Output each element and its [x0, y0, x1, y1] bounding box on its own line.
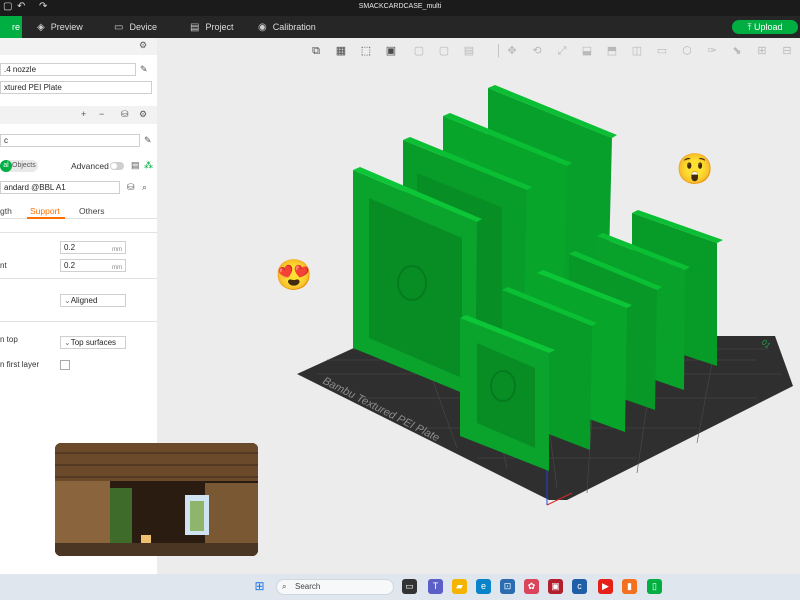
scope-switch[interactable]: al Objects	[0, 160, 38, 172]
top-surfaces-select[interactable]: ⌄Top surfaces	[60, 336, 126, 349]
tab-project[interactable]: ▤ Project	[190, 16, 233, 38]
teams-icon[interactable]: T	[428, 579, 443, 594]
section-divider	[0, 278, 157, 279]
device-icon: ▭	[114, 22, 124, 33]
heart-eyes-emoji-icon: 😍	[275, 259, 313, 292]
edge-icon[interactable]: e	[476, 579, 491, 594]
preview-icon: ◈	[37, 22, 45, 33]
video-frame	[55, 443, 258, 556]
printer-section-header	[0, 38, 157, 55]
scope-objects[interactable]: Objects	[12, 162, 36, 169]
taskbar: ⊞ ⌕ Search ▭ T ▰ e ⊡ ✿ ▣ c ▶ ▮ ▯	[0, 574, 800, 600]
app-c-icon[interactable]: c	[572, 579, 587, 594]
setting-value-1[interactable]: 0.2 mm	[60, 241, 126, 254]
app-icon[interactable]: ✿	[524, 579, 539, 594]
tab-divider	[0, 218, 157, 219]
youtube-icon[interactable]: ▶	[598, 579, 613, 594]
first-layer-checkbox[interactable]	[60, 360, 70, 370]
tab-prepare[interactable]: re	[0, 16, 22, 38]
main-toolbar: re ◈ Preview ▭ Device ▤ Project ◉ Calibratio…	[0, 16, 800, 38]
scope-global[interactable]: al	[0, 160, 12, 172]
search-icon[interactable]: ⌕	[142, 182, 147, 193]
tab-support[interactable]: Support	[30, 206, 60, 216]
compare-icon[interactable]: ▤	[131, 160, 140, 171]
calibration-icon: ◉	[258, 22, 267, 33]
profile-select[interactable]: andard @BBL A1	[0, 181, 120, 194]
event-app-icon[interactable]: ▣	[548, 579, 563, 594]
process-preset-select[interactable]: c	[0, 134, 140, 147]
section-divider	[0, 321, 157, 322]
active-tab-indicator	[27, 217, 65, 219]
tab-strength[interactable]: gth	[0, 206, 12, 216]
plate-select[interactable]: xtured PEI Plate	[0, 81, 152, 94]
bambu-studio-icon[interactable]: ▯	[647, 579, 662, 594]
search-settings-icon[interactable]: ⁂	[144, 160, 153, 171]
chevron-down-icon: ⌄	[64, 338, 71, 347]
process-section-header	[0, 106, 157, 124]
save-preset-icon[interactable]: ⛁	[121, 109, 129, 120]
taskbar-search[interactable]: ⌕ Search	[276, 579, 394, 595]
save-profile-icon[interactable]: ⛁	[127, 182, 135, 193]
store-icon[interactable]: ⊡	[500, 579, 515, 594]
chevron-down-icon: ⌄	[64, 296, 71, 305]
advanced-toggle[interactable]	[110, 162, 124, 170]
tab-others[interactable]: Others	[79, 206, 105, 216]
project-icon: ▤	[190, 22, 200, 33]
add-icon[interactable]: +	[81, 109, 86, 119]
top-surface-label: n top	[0, 335, 18, 344]
setting-label-2: nt	[0, 261, 7, 270]
process-settings-icon[interactable]: ⚙	[139, 109, 147, 120]
remove-icon[interactable]: −	[99, 109, 104, 119]
aligned-select[interactable]: ⌄Aligned	[60, 294, 126, 307]
orange-app-icon[interactable]: ▮	[622, 579, 637, 594]
setting-value-2[interactable]: 0.2 mm	[60, 259, 126, 272]
windows-start-icon[interactable]: ⊞	[252, 579, 267, 594]
search-icon: ⌕	[282, 582, 287, 591]
tab-calibration[interactable]: ◉ Calibration	[258, 16, 316, 38]
edit-preset-icon[interactable]: ✎	[144, 135, 152, 146]
first-layer-label: n first layer	[0, 360, 40, 369]
title-bar: ▢ ↶ ↷ SMACKCARDCASE_multi	[0, 0, 800, 16]
surprised-emoji-icon: 😲	[676, 153, 714, 186]
video-overlay[interactable]	[55, 443, 258, 556]
file-explorer-icon[interactable]: ▰	[452, 579, 467, 594]
upload-button[interactable]: ⤒ Upload	[732, 20, 798, 34]
tab-device[interactable]: ▭ Device	[114, 16, 157, 38]
printer-settings-icon[interactable]: ⚙	[139, 40, 147, 51]
tab-preview[interactable]: ◈ Preview	[37, 16, 83, 38]
nozzle-select[interactable]: .4 nozzle	[0, 63, 136, 76]
section-divider	[0, 232, 157, 233]
edit-nozzle-icon[interactable]: ✎	[140, 64, 148, 75]
window-title: SMACKCARDCASE_multi	[358, 3, 442, 10]
advanced-label: Advanced	[71, 161, 109, 171]
task-view-icon[interactable]: ▭	[402, 579, 417, 594]
